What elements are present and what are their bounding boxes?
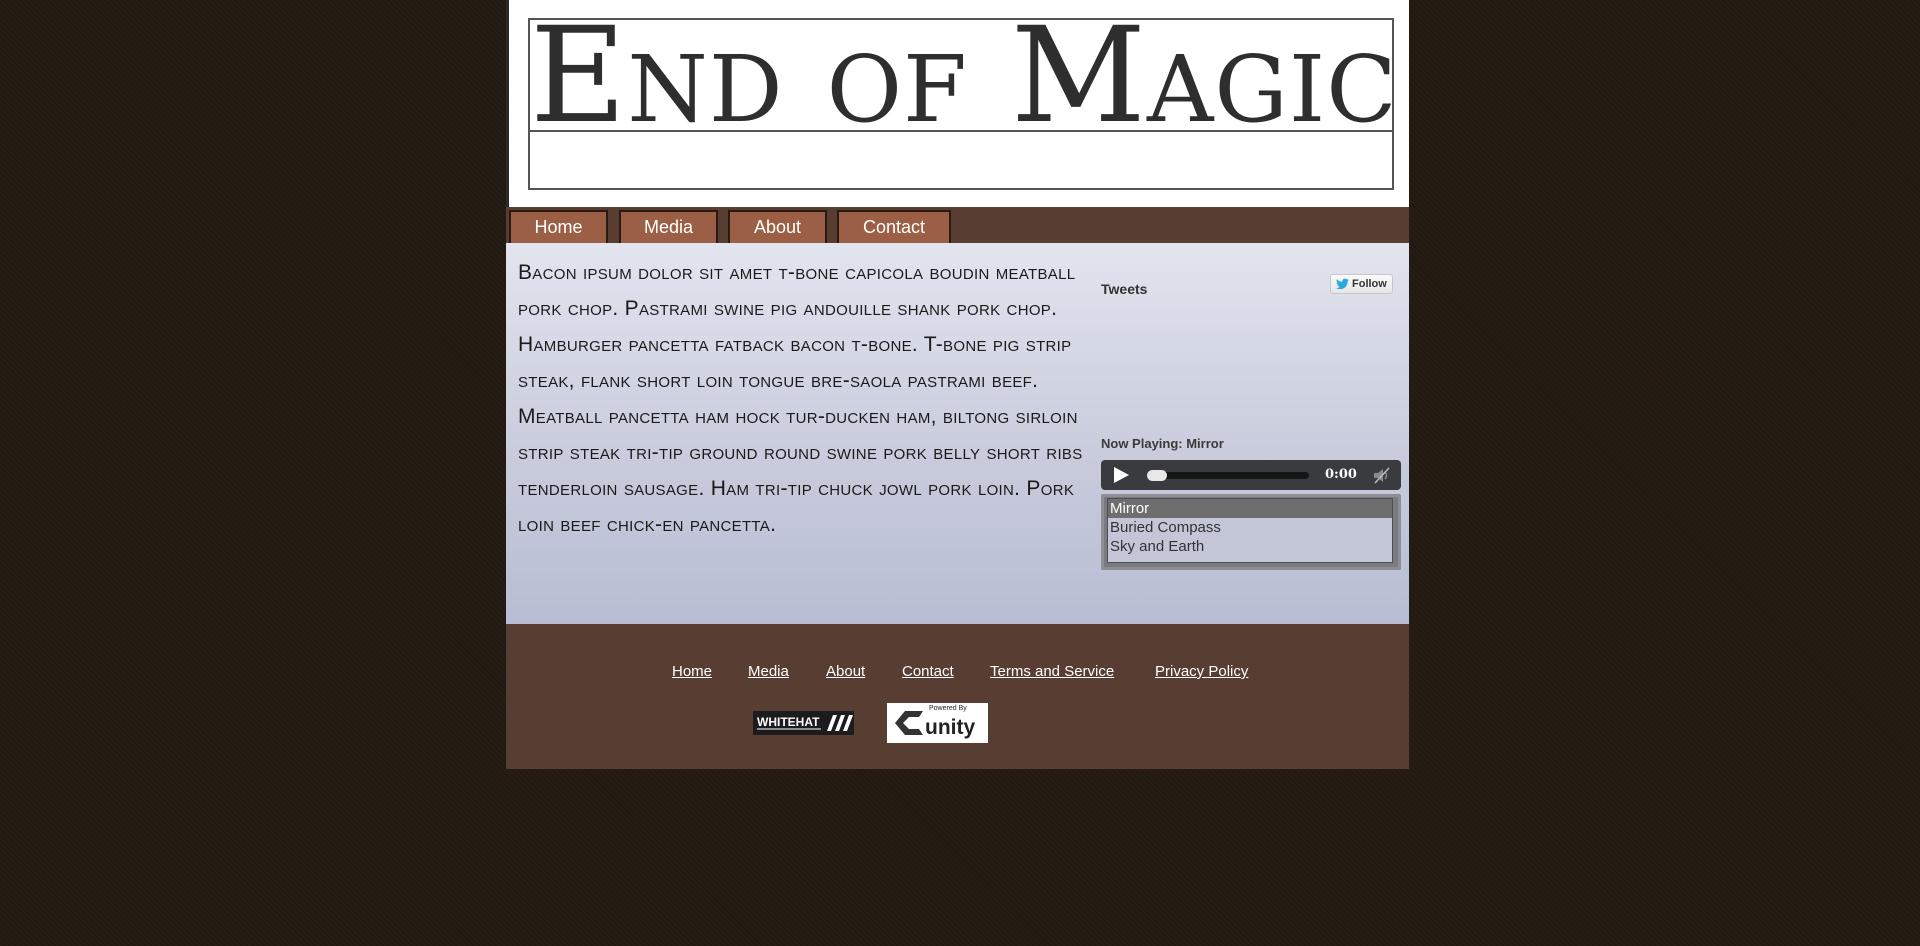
unity-text: unity [925, 716, 975, 739]
playlist-list[interactable]: Mirror Buried Compass Sky and Earth [1107, 498, 1393, 563]
audio-player: 0:00 [1101, 460, 1401, 490]
footer-link-terms[interactable]: Terms and Service [990, 663, 1114, 680]
site-logo-title: End of Magic [530, 20, 1392, 132]
playlist-track-mirror[interactable]: Mirror [1108, 499, 1392, 518]
footer-link-privacy[interactable]: Privacy Policy [1155, 663, 1248, 680]
whitehat-badge-logo[interactable]: WHITEHAT [753, 711, 854, 735]
seek-bar[interactable] [1147, 470, 1309, 481]
nav-about-button[interactable]: About [728, 210, 827, 243]
logo-banner[interactable]: End of Magic [528, 18, 1394, 190]
time-display: 0:00 [1325, 467, 1357, 482]
twitter-bird-icon [1336, 278, 1349, 290]
footer-link-home[interactable]: Home [672, 663, 712, 680]
unity-badge-logo[interactable]: Powered By unity [887, 703, 988, 743]
tweets-heading: Tweets [1101, 281, 1148, 297]
mute-icon[interactable] [1373, 467, 1391, 484]
unity-logo-icon: Powered By unity [887, 703, 988, 743]
footer-link-media[interactable]: Media [748, 663, 789, 680]
nav-media-button[interactable]: Media [619, 210, 718, 243]
main-content: Bacon ipsum dolor sit amet t-bone capico… [506, 243, 1409, 624]
play-icon[interactable] [1111, 466, 1131, 484]
site-footer: Home Media About Contact Terms and Servi… [506, 624, 1409, 769]
page: End of Magic Home Media About Contact Ba… [506, 0, 1409, 769]
whitehat-logo-icon: WHITEHAT [753, 711, 854, 735]
unity-powered-text: Powered By [929, 705, 967, 712]
follow-label: Follow [1352, 278, 1387, 290]
footer-link-contact[interactable]: Contact [902, 663, 954, 680]
nav-contact-button[interactable]: Contact [837, 210, 951, 243]
site-header: End of Magic [506, 0, 1409, 207]
now-playing-label: Now Playing: Mirror [1101, 436, 1224, 451]
twitter-follow-button[interactable]: Follow [1330, 274, 1393, 294]
playlist: Mirror Buried Compass Sky and Earth [1101, 494, 1401, 570]
playlist-track-buried-compass[interactable]: Buried Compass [1108, 518, 1392, 537]
nav-home-button[interactable]: Home [509, 210, 608, 243]
playlist-track-sky-and-earth[interactable]: Sky and Earth [1108, 537, 1392, 556]
seek-handle[interactable] [1147, 470, 1167, 481]
body-text: Bacon ipsum dolor sit amet t-bone capico… [518, 261, 1083, 536]
footer-link-about[interactable]: About [826, 663, 865, 680]
main-nav: Home Media About Contact [506, 207, 1409, 243]
whitehat-badge-text: WHITEHAT [757, 715, 820, 729]
